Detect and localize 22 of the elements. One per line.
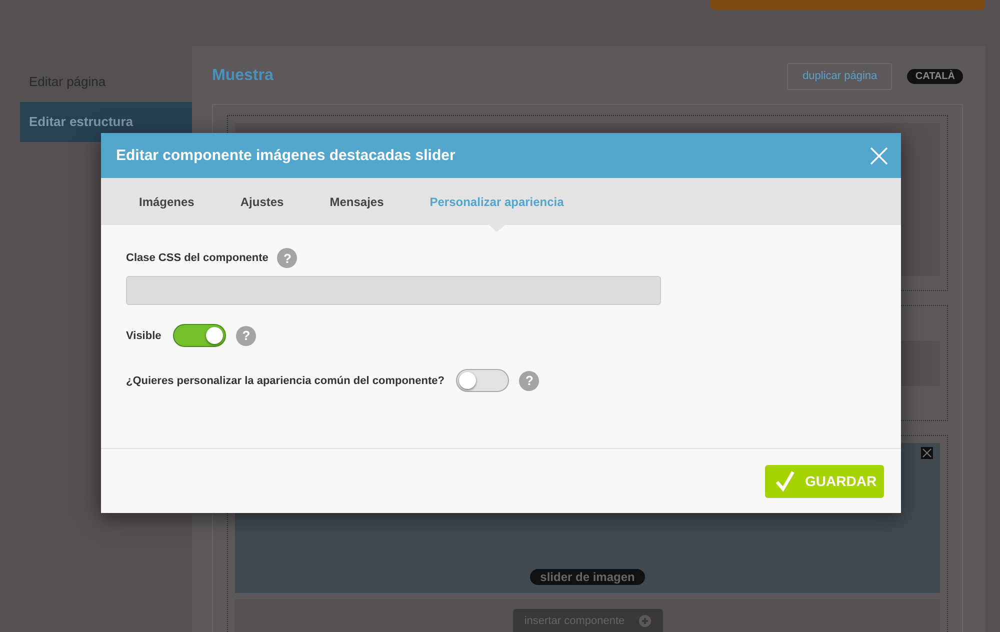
help-icon[interactable]: ? [519, 370, 540, 390]
close-icon[interactable] [921, 447, 933, 459]
component-label: slider de imagen [530, 569, 645, 585]
page-title: Muestra [212, 67, 274, 85]
language-badge[interactable]: CATALÀ [907, 68, 963, 84]
help-icon[interactable]: ? [236, 326, 256, 346]
toggle-switch[interactable] [173, 324, 226, 347]
tab[interactable]: Mensajes [330, 194, 384, 208]
field-label: Visible [126, 330, 162, 342]
tab[interactable]: Imágenes [139, 194, 194, 208]
save-button[interactable]: GUARDAR [765, 464, 884, 498]
toggle-switch[interactable] [456, 369, 510, 392]
plus-icon [638, 615, 651, 627]
tab[interactable]: Personalizar apariencia [430, 194, 564, 208]
check-icon [775, 470, 795, 492]
help-icon[interactable]: ? [277, 248, 298, 268]
field-label: ¿Quieres personalizar la apariencia común del componente? [126, 374, 444, 386]
duplicate-button[interactable]: duplicar página [787, 62, 892, 90]
input-field[interactable] [126, 276, 661, 305]
modal-title: Editar componente imágenes destacadas slider [116, 147, 456, 164]
field-label: Clase CSS del componente [126, 252, 268, 264]
tab[interactable]: Ajustes [240, 194, 284, 208]
